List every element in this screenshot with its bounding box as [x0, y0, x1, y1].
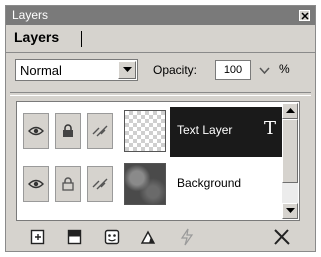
- delete-icon: [274, 229, 290, 245]
- panel-title: Layers: [12, 8, 49, 22]
- layers-panel: Layers Layers Normal Opacity: 100 % Text…: [5, 5, 316, 252]
- chevron-up-icon: [286, 108, 295, 113]
- new-layer-button[interactable]: [26, 226, 50, 248]
- layer-thumbnail[interactable]: [124, 110, 166, 152]
- layer-effects-button[interactable]: [175, 226, 199, 248]
- divider: [10, 92, 311, 96]
- layer-name-cell[interactable]: Text Layer T: [170, 107, 283, 157]
- blend-mode-dropdown[interactable]: Normal: [15, 59, 138, 81]
- eye-icon: [28, 179, 44, 189]
- visibility-toggle[interactable]: [23, 166, 49, 202]
- visibility-toggle[interactable]: [23, 113, 49, 149]
- chevron-down-icon: [286, 208, 295, 213]
- layer-name-cell[interactable]: Background: [170, 160, 283, 210]
- mask-icon: [104, 229, 120, 245]
- link-toggle[interactable]: [87, 113, 113, 149]
- scroll-up-button[interactable]: [282, 103, 298, 119]
- new-layer-icon: [30, 229, 45, 245]
- layer-mask-button[interactable]: [100, 226, 124, 248]
- tab-layers[interactable]: Layers: [14, 29, 59, 45]
- layer-row-background[interactable]: Background: [18, 160, 283, 210]
- scroll-thumb[interactable]: [282, 119, 298, 183]
- opacity-input[interactable]: 100: [215, 60, 251, 80]
- new-group-icon: [67, 229, 82, 245]
- layers-scrollbar[interactable]: [282, 103, 298, 219]
- close-button[interactable]: [299, 10, 310, 21]
- link-icon: [92, 178, 108, 190]
- lock-icon: [62, 177, 74, 191]
- delete-layer-button[interactable]: [270, 226, 294, 248]
- scroll-down-button[interactable]: [282, 203, 298, 219]
- layers-list: Text Layer T Background: [16, 101, 300, 221]
- layers-toolbar: [6, 226, 315, 250]
- blend-mode-dropdown-button[interactable]: [118, 61, 136, 79]
- lock-toggle[interactable]: [55, 166, 81, 202]
- chevron-down-icon: [123, 67, 132, 72]
- layer-name: Text Layer: [177, 123, 233, 137]
- lock-toggle[interactable]: [55, 113, 81, 149]
- link-icon: [92, 125, 108, 137]
- close-icon: [301, 12, 309, 20]
- layer-thumbnail[interactable]: [124, 163, 166, 205]
- opacity-label: Opacity:: [153, 63, 198, 77]
- layer-row-text[interactable]: Text Layer T: [18, 107, 283, 157]
- text-type-icon: T: [263, 118, 276, 139]
- eye-icon: [28, 126, 44, 136]
- adjustment-layer-button[interactable]: [137, 226, 161, 248]
- effects-icon: [180, 228, 194, 246]
- blend-mode-value: Normal: [20, 63, 62, 78]
- opacity-unit: %: [279, 62, 290, 76]
- panel-title-bar[interactable]: Layers: [6, 6, 315, 25]
- tab-strip: Layers: [6, 25, 315, 53]
- link-toggle[interactable]: [87, 166, 113, 202]
- lock-icon: [63, 124, 73, 137]
- adjustment-icon: [140, 230, 156, 244]
- opacity-slider-arrow-icon[interactable]: [259, 67, 270, 74]
- tab-separator: [81, 31, 82, 47]
- layer-name: Background: [177, 176, 242, 190]
- new-group-button[interactable]: [63, 226, 87, 248]
